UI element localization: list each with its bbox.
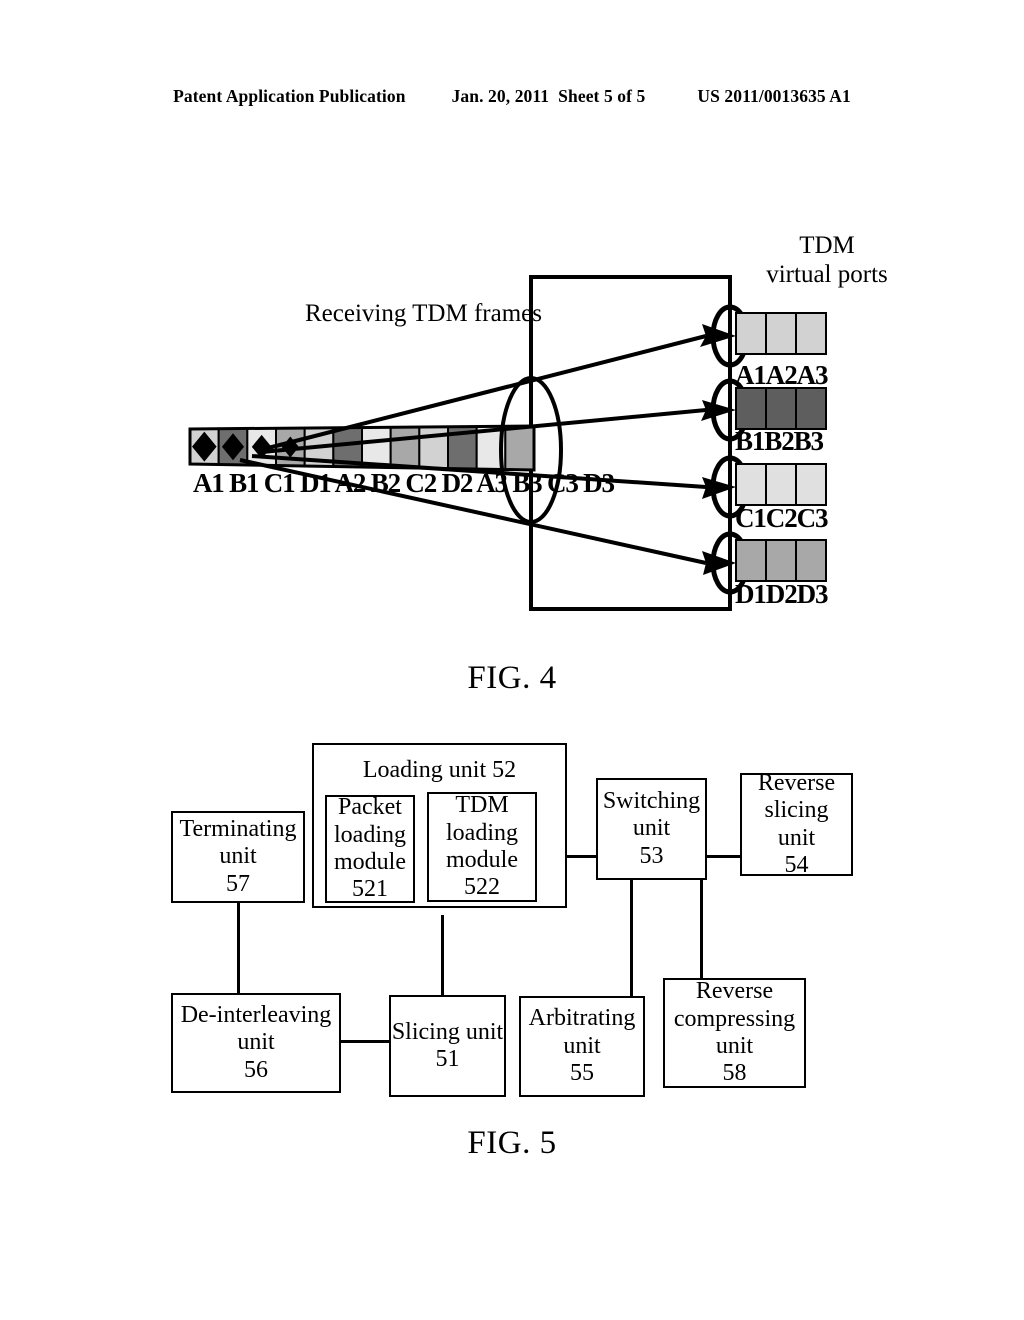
reverse-slicing-unit-box[interactable]: Reverse slicing unit 54 <box>740 769 853 878</box>
virtual-port-cell <box>765 312 797 355</box>
port-label-a: A1A2A3 <box>735 360 829 390</box>
figure-4: TDM virtual ports Receiving TDM frames A… <box>0 0 1024 720</box>
reverse-compressing-unit-box[interactable]: Reverse compressing unit 58 <box>663 978 806 1088</box>
connector-terminating-to-deinterleaving <box>237 900 240 996</box>
switching-unit-line-3: 53 <box>639 842 664 869</box>
tdm-loading-module-line-3: module <box>446 847 518 873</box>
virtual-port-cell <box>765 539 797 582</box>
terminating-unit-line-3: 57 <box>226 870 250 897</box>
tdm-frame-cell <box>361 426 392 469</box>
tdm-loading-module-line-2: loading <box>446 819 518 846</box>
terminating-unit-box[interactable]: Terminating unit 57 <box>171 811 305 903</box>
virtual-port-cell <box>765 387 797 430</box>
terminating-unit-line-2: unit <box>219 843 257 870</box>
virtual-port-cell <box>795 312 827 355</box>
arbitrating-unit-line-2: unit <box>563 1032 601 1059</box>
virtual-port-cell <box>795 539 827 582</box>
arbitrating-unit-box[interactable]: Arbitrating unit 55 <box>519 996 645 1097</box>
tdm-virtual-ports-label: TDM virtual ports <box>742 232 912 290</box>
packet-loading-module-line-3: module <box>334 849 406 875</box>
tdm-virtual-ports-line1: TDM <box>799 232 855 259</box>
loading-unit-title: Loading unit 52 <box>362 757 517 783</box>
tdm-virtual-ports-line2: virtual ports <box>766 260 888 288</box>
arbitrating-unit-line-1: Arbitrating <box>528 1005 636 1032</box>
virtual-port-cell <box>735 387 767 430</box>
reverse-slicing-unit-line-1: Reverse <box>757 769 836 796</box>
reverse-slicing-unit-line-2: slicing <box>764 797 829 824</box>
switching-unit-line-2: unit <box>632 815 671 842</box>
packet-loading-module-box[interactable]: Packet loading module 521 <box>325 794 415 903</box>
connector-slicing-to-loading <box>441 915 444 996</box>
de-interleaving-unit-line-1: De-interleaving <box>180 1001 332 1028</box>
terminating-unit-line-1: Terminating <box>179 815 297 842</box>
connector-deinterleaving-to-slicing <box>341 1040 389 1043</box>
port-label-d: D1D2D3 <box>735 579 829 609</box>
figure-4-caption: FIG. 4 <box>467 660 557 696</box>
switching-unit-line-1: Switching <box>602 787 701 814</box>
connector-loading-to-switching <box>567 855 598 858</box>
tdm-loading-module-box[interactable]: TDM loading module 522 <box>427 792 537 902</box>
port-label-c: C1C2C3 <box>735 503 829 533</box>
slicing-unit-line-1: Slicing unit <box>391 1018 504 1045</box>
tdm-frame-cell <box>389 425 421 470</box>
de-interleaving-unit-line-3: 56 <box>244 1056 268 1083</box>
reverse-compressing-unit-line-1: Reverse <box>695 978 774 1005</box>
virtual-port-cell <box>795 463 827 506</box>
tdm-frame-cell <box>504 424 535 472</box>
reverse-slicing-unit-line-4: 54 <box>784 851 809 878</box>
reverse-compressing-unit-line-2: compressing <box>673 1005 796 1032</box>
connector-switching-to-reverse-slicing <box>707 855 740 858</box>
tdm-frame-cell-labels: A1 B1 C1 D1 A2 B2 C2 D2 A3 B3 C3 D3 <box>193 468 615 498</box>
virtual-port-cell <box>795 387 827 430</box>
connector-switching-to-arbitrating <box>630 880 633 996</box>
virtual-port-cell <box>735 463 767 506</box>
switching-unit-box[interactable]: Switching unit 53 <box>596 778 707 880</box>
de-interleaving-unit-box[interactable]: De-interleaving unit 56 <box>171 993 341 1093</box>
arbitrating-unit-line-3: 55 <box>570 1060 594 1087</box>
tdm-loading-module-line-4: 522 <box>464 874 500 901</box>
connector-switching-to-reverse-compressing <box>700 880 703 980</box>
de-interleaving-unit-line-2: unit <box>237 1029 275 1056</box>
virtual-port-cell <box>765 463 797 506</box>
tdm-loading-module-line-1: TDM <box>455 792 509 819</box>
packet-loading-module-line-1: Packet <box>338 794 402 821</box>
reverse-compressing-unit-line-3: unit <box>715 1033 754 1059</box>
packet-loading-module-line-4: 521 <box>352 876 388 903</box>
virtual-port-cell <box>735 539 767 582</box>
reverse-slicing-unit-line-3: unit <box>777 824 816 851</box>
port-label-b: B1B2B3 <box>735 426 824 456</box>
slicing-unit-box[interactable]: Slicing unit 51 <box>389 995 506 1097</box>
slicing-unit-line-2: 51 <box>435 1046 460 1072</box>
figure-5-caption: FIG. 5 <box>467 1125 557 1161</box>
receiving-tdm-frames-label: Receiving TDM frames <box>305 300 542 327</box>
packet-loading-module-line-2: loading <box>334 821 406 848</box>
figure-4-drawing <box>188 275 827 611</box>
reverse-compressing-unit-line-4: 58 <box>722 1060 747 1087</box>
virtual-port-cell <box>735 312 767 355</box>
